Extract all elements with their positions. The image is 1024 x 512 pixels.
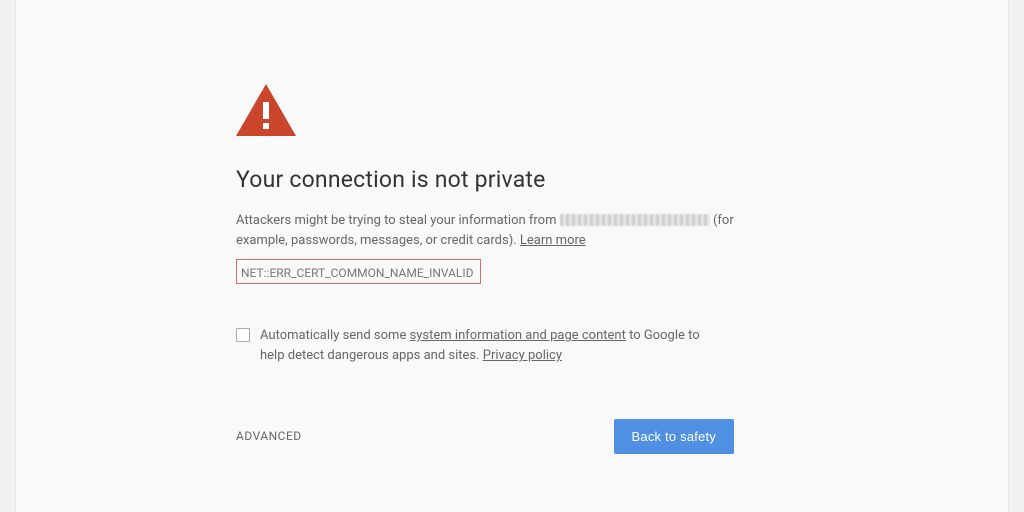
message-prefix: Attackers might be trying to steal your … xyxy=(236,213,560,228)
learn-more-link[interactable]: Learn more xyxy=(520,233,586,248)
back-to-safety-button[interactable]: Back to safety xyxy=(614,419,734,454)
report-checkbox[interactable] xyxy=(236,328,250,342)
page-panel: Your connection is not private Attackers… xyxy=(15,0,1009,512)
footer-row: ADVANCED Back to safety xyxy=(236,419,734,454)
report-label: Automatically send some system informati… xyxy=(260,326,700,366)
privacy-policy-link[interactable]: Privacy policy xyxy=(483,348,562,363)
report-text-pre: Automatically send some xyxy=(260,328,410,343)
system-info-link[interactable]: system information and page content xyxy=(410,328,626,343)
interstitial-content: Your connection is not private Attackers… xyxy=(236,84,736,454)
advanced-button[interactable]: ADVANCED xyxy=(236,429,302,443)
warning-icon xyxy=(236,84,296,136)
report-option: Automatically send some system informati… xyxy=(236,326,736,366)
page-title: Your connection is not private xyxy=(236,166,736,193)
redacted-hostname xyxy=(560,214,710,226)
error-code: NET::ERR_CERT_COMMON_NAME_INVALID xyxy=(241,266,474,280)
error-code-highlight: NET::ERR_CERT_COMMON_NAME_INVALID xyxy=(236,259,481,284)
warning-message: Attackers might be trying to steal your … xyxy=(236,211,736,251)
